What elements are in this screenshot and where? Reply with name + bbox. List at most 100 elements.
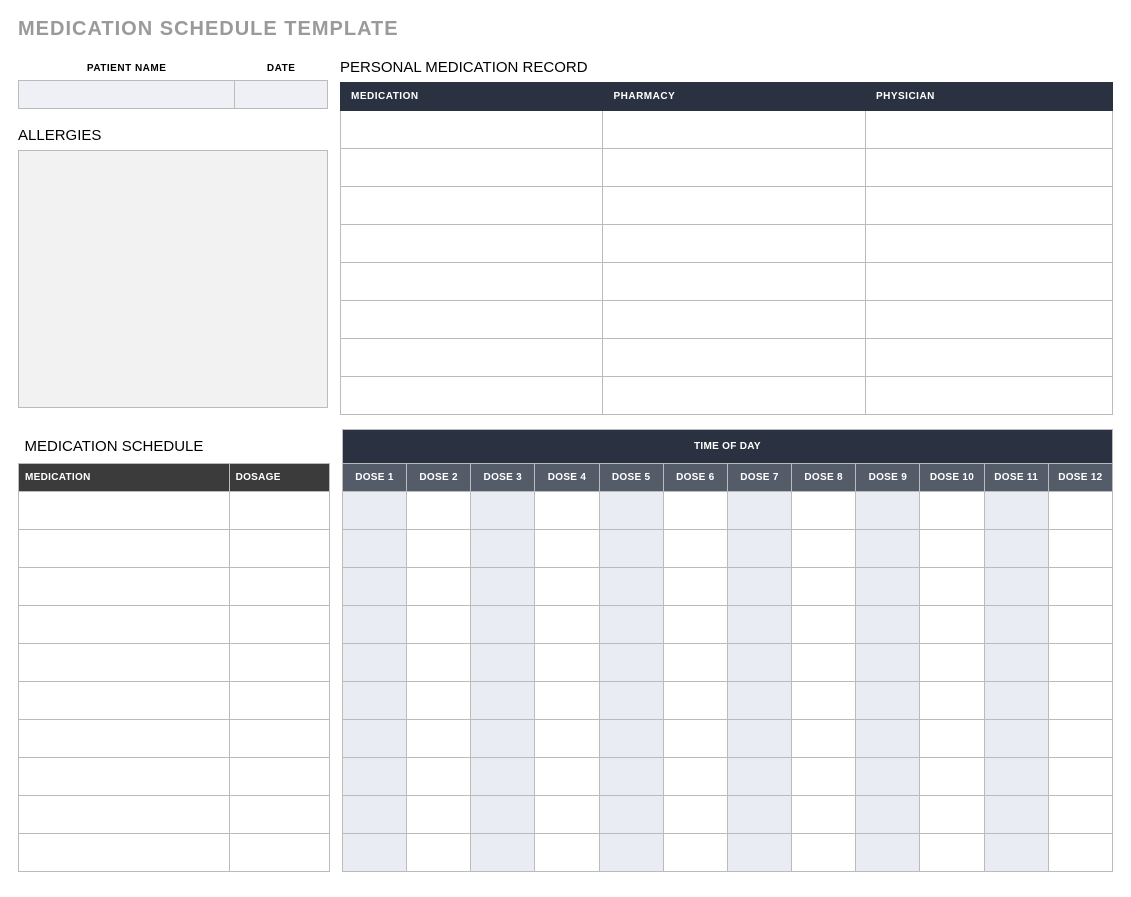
record-cell-pharmacy[interactable] (603, 111, 865, 149)
schedule-cell-dose[interactable] (471, 757, 535, 795)
record-cell-pharmacy[interactable] (603, 301, 865, 339)
schedule-cell-dose[interactable] (792, 605, 856, 643)
record-cell-physician[interactable] (865, 377, 1112, 415)
schedule-cell-dose[interactable] (663, 795, 727, 833)
schedule-cell-medication[interactable] (19, 681, 230, 719)
schedule-cell-dose[interactable] (727, 605, 791, 643)
schedule-cell-dose[interactable] (792, 643, 856, 681)
schedule-cell-dose[interactable] (727, 491, 791, 529)
schedule-cell-dose[interactable] (599, 529, 663, 567)
schedule-cell-dose[interactable] (1048, 643, 1112, 681)
schedule-cell-dose[interactable] (984, 529, 1048, 567)
record-cell-physician[interactable] (865, 225, 1112, 263)
schedule-cell-medication[interactable] (19, 719, 230, 757)
schedule-cell-dose[interactable] (663, 643, 727, 681)
schedule-cell-dose[interactable] (342, 681, 406, 719)
schedule-cell-dose[interactable] (727, 757, 791, 795)
schedule-cell-dose[interactable] (984, 643, 1048, 681)
schedule-cell-dose[interactable] (663, 757, 727, 795)
schedule-cell-dose[interactable] (727, 643, 791, 681)
record-cell-medication[interactable] (341, 149, 603, 187)
schedule-cell-dose[interactable] (984, 795, 1048, 833)
schedule-cell-dosage[interactable] (229, 605, 329, 643)
schedule-cell-dose[interactable] (856, 605, 920, 643)
schedule-cell-dose[interactable] (984, 719, 1048, 757)
schedule-cell-dosage[interactable] (229, 567, 329, 605)
schedule-cell-dose[interactable] (535, 681, 599, 719)
schedule-cell-dose[interactable] (792, 681, 856, 719)
schedule-cell-dose[interactable] (471, 643, 535, 681)
schedule-cell-medication[interactable] (19, 529, 230, 567)
schedule-cell-dose[interactable] (407, 491, 471, 529)
schedule-cell-dose[interactable] (727, 529, 791, 567)
schedule-cell-medication[interactable] (19, 795, 230, 833)
schedule-cell-medication[interactable] (19, 605, 230, 643)
schedule-cell-dose[interactable] (984, 681, 1048, 719)
schedule-cell-dose[interactable] (984, 605, 1048, 643)
schedule-cell-dose[interactable] (727, 681, 791, 719)
schedule-cell-medication[interactable] (19, 643, 230, 681)
schedule-cell-dose[interactable] (792, 757, 856, 795)
schedule-cell-dosage[interactable] (229, 757, 329, 795)
record-cell-physician[interactable] (865, 263, 1112, 301)
schedule-cell-dosage[interactable] (229, 643, 329, 681)
schedule-cell-medication[interactable] (19, 567, 230, 605)
schedule-cell-dosage[interactable] (229, 681, 329, 719)
schedule-cell-dose[interactable] (599, 719, 663, 757)
schedule-cell-dose[interactable] (1048, 681, 1112, 719)
schedule-cell-dose[interactable] (727, 795, 791, 833)
schedule-cell-dosage[interactable] (229, 491, 329, 529)
record-cell-physician[interactable] (865, 301, 1112, 339)
schedule-cell-dose[interactable] (471, 833, 535, 871)
schedule-cell-dose[interactable] (984, 833, 1048, 871)
schedule-cell-dose[interactable] (856, 643, 920, 681)
record-cell-pharmacy[interactable] (603, 149, 865, 187)
schedule-cell-dose[interactable] (599, 643, 663, 681)
schedule-cell-dose[interactable] (342, 605, 406, 643)
schedule-cell-dose[interactable] (407, 605, 471, 643)
schedule-cell-dose[interactable] (535, 567, 599, 605)
record-cell-pharmacy[interactable] (603, 339, 865, 377)
schedule-cell-dosage[interactable] (229, 833, 329, 871)
schedule-cell-dose[interactable] (342, 491, 406, 529)
schedule-cell-dosage[interactable] (229, 795, 329, 833)
schedule-cell-dose[interactable] (920, 795, 984, 833)
schedule-cell-dose[interactable] (342, 833, 406, 871)
schedule-cell-dose[interactable] (663, 833, 727, 871)
schedule-cell-dose[interactable] (792, 719, 856, 757)
schedule-cell-dose[interactable] (920, 529, 984, 567)
schedule-cell-dose[interactable] (1048, 529, 1112, 567)
schedule-cell-dose[interactable] (535, 719, 599, 757)
schedule-cell-dose[interactable] (599, 681, 663, 719)
schedule-cell-dose[interactable] (792, 491, 856, 529)
schedule-cell-dose[interactable] (856, 567, 920, 605)
schedule-cell-dose[interactable] (535, 529, 599, 567)
schedule-cell-dose[interactable] (342, 643, 406, 681)
schedule-cell-dose[interactable] (407, 529, 471, 567)
record-cell-medication[interactable] (341, 225, 603, 263)
schedule-cell-dose[interactable] (920, 605, 984, 643)
schedule-cell-dose[interactable] (471, 719, 535, 757)
schedule-cell-dose[interactable] (407, 757, 471, 795)
schedule-cell-dosage[interactable] (229, 719, 329, 757)
schedule-cell-dose[interactable] (599, 757, 663, 795)
schedule-cell-dose[interactable] (471, 795, 535, 833)
schedule-cell-dose[interactable] (342, 567, 406, 605)
schedule-cell-dose[interactable] (984, 491, 1048, 529)
schedule-cell-dose[interactable] (407, 567, 471, 605)
schedule-cell-dose[interactable] (471, 529, 535, 567)
schedule-cell-dose[interactable] (535, 833, 599, 871)
schedule-cell-dose[interactable] (792, 795, 856, 833)
schedule-cell-medication[interactable] (19, 491, 230, 529)
schedule-cell-dose[interactable] (1048, 605, 1112, 643)
schedule-cell-dose[interactable] (342, 719, 406, 757)
schedule-cell-dose[interactable] (599, 491, 663, 529)
schedule-cell-dose[interactable] (663, 491, 727, 529)
schedule-cell-dose[interactable] (856, 491, 920, 529)
schedule-cell-dose[interactable] (407, 833, 471, 871)
schedule-cell-dose[interactable] (792, 833, 856, 871)
allergies-input[interactable] (18, 150, 328, 408)
schedule-cell-dose[interactable] (856, 529, 920, 567)
schedule-cell-dose[interactable] (920, 757, 984, 795)
schedule-cell-dose[interactable] (856, 833, 920, 871)
